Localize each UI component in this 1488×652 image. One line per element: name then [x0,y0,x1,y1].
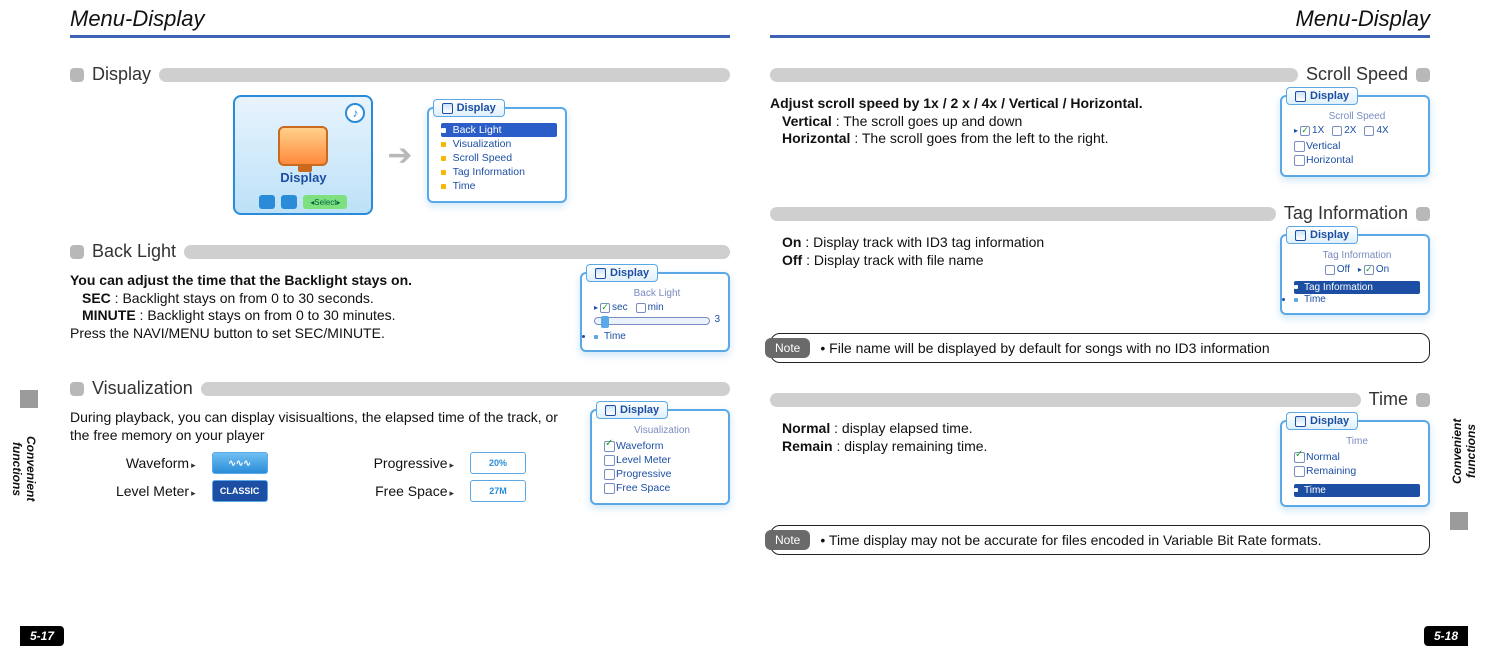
section-label: Visualization [84,378,201,399]
scroll-panel: Display Scroll Speed ▸✓1X 2X 4X Vertical… [1280,95,1430,177]
section-taginfo: Tag Information [770,203,1430,224]
monitor-icon [278,126,328,166]
slider-value: 3 [714,314,720,325]
panel-option: Waveform [604,439,720,453]
menu-item: Time [441,179,557,193]
section-cap-icon [1416,68,1430,82]
panel-option: Normal [1294,450,1420,464]
panel-option: Remaining [1294,464,1420,478]
panel-heading: Scroll Speed [1294,111,1420,122]
music-note-icon: ♪ [345,103,365,123]
section-label: Back Light [84,241,184,262]
display-menu-list: Back Light Visualization Scroll Speed Ta… [441,123,557,193]
note-tag: Note [765,530,810,550]
section-scrollspeed: Scroll Speed [770,64,1430,85]
page-number-left: 5-17 [20,626,64,646]
select-button-icon: ◂Select▸ [303,195,347,209]
scroll-description: Adjust scroll speed by 1x / 2 x / 4x / V… [770,95,1262,148]
progressive-chip: 20% [470,452,526,474]
section-display: Display [70,64,730,85]
section-time: Time [770,389,1430,410]
section-visualization: Visualization [70,378,730,399]
page-title: Menu-Display [770,0,1430,38]
section-cap-icon [70,68,84,82]
panel-heading: Time [1294,436,1420,447]
section-label: Display [84,64,159,85]
section-cap-icon [70,245,84,259]
arrow-right-icon: ➔ [387,138,412,173]
panel-option: Progressive [604,467,720,481]
backlight-description: You can adjust the time that the Backlig… [70,272,562,342]
section-bar-fill [770,393,1361,407]
panel-heading: Tag Information [1294,250,1420,261]
backlight-panel: Display Back Light ▸✓sec min 3 Time [580,272,730,352]
waveform-chip-icon: ∿∿∿ [212,452,268,474]
panel-tab: Display [586,264,658,282]
freespace-chip: 27M [470,480,526,502]
panel-foot-item: Time [594,331,720,342]
panel-option: Vertical [1294,139,1420,153]
tag-panel: Display Tag Information Off ▸✓On Tag Inf… [1280,234,1430,315]
menu-item: Tag Information [441,165,557,179]
page-number-right: 5-18 [1424,626,1468,646]
display-menu-panel: Display Back Light Visualization Scroll … [427,107,567,203]
note-taginfo: Note File name will be displayed by defa… [770,333,1430,363]
device-illustration: ♪ Display ◂Select▸ [233,95,373,215]
section-bar-fill [770,68,1298,82]
panel-tab: Display [433,99,505,117]
section-cap-icon [70,382,84,396]
vis-label-progressive: Progressive [328,455,456,471]
menu-item: Scroll Speed [441,151,557,165]
note-text: File name will be displayed by default f… [820,340,1269,356]
panel-heading: Back Light [594,288,720,299]
side-label-right: Convenient functions [1450,390,1468,530]
device-label: Display [280,170,326,185]
panel-tab: Display [1286,226,1358,244]
panel-tab: Display [1286,412,1358,430]
backlight-slider [594,317,710,325]
section-cap-icon [1416,207,1430,221]
section-bar-fill [159,68,730,82]
note-tag: Note [765,338,810,358]
panel-option: Horizontal [1294,153,1420,167]
section-cap-icon [1416,393,1430,407]
menu-item: Back Light [441,123,557,137]
vis-label-levelmeter: Level Meter [70,483,198,499]
visualization-examples: Waveform ∿∿∿ Progressive 20% Level Meter… [70,452,572,502]
section-label: Time [1361,389,1416,410]
panel-foot-item: Time [1294,294,1420,305]
section-bar-fill [201,382,730,396]
vis-label-waveform: Waveform [70,455,198,471]
section-bar-fill [184,245,730,259]
menu-item: Visualization [441,137,557,151]
section-backlight: Back Light [70,241,730,262]
panel-tab: Display [596,401,668,419]
tag-description: On : Display track with ID3 tag informat… [770,234,1262,269]
visualization-panel: Display Visualization Waveform Level Met… [590,409,730,505]
visualization-description: During playback, you can display visisua… [70,409,572,444]
time-description: Normal : display elapsed time. Remain : … [770,420,1262,455]
page-title: Menu-Display [70,0,730,38]
note-time: Note Time display may not be accurate fo… [770,525,1430,555]
panel-foot-item: Tag Information [1294,281,1420,294]
levelmeter-chip: CLASSIC [212,480,268,502]
section-bar-fill [770,207,1276,221]
vis-label-freespace: Free Space [328,483,456,499]
panel-heading: Visualization [604,425,720,436]
section-label: Tag Information [1276,203,1416,224]
time-panel: Display Time Normal Remaining Time [1280,420,1430,507]
note-text: Time display may not be accurate for fil… [820,532,1321,548]
side-label-left: Convenient functions [20,390,38,530]
panel-option: Level Meter [604,453,720,467]
panel-option: Free Space [604,481,720,495]
panel-tab: Display [1286,87,1358,105]
panel-foot-item: Time [1294,484,1420,497]
section-label: Scroll Speed [1298,64,1416,85]
